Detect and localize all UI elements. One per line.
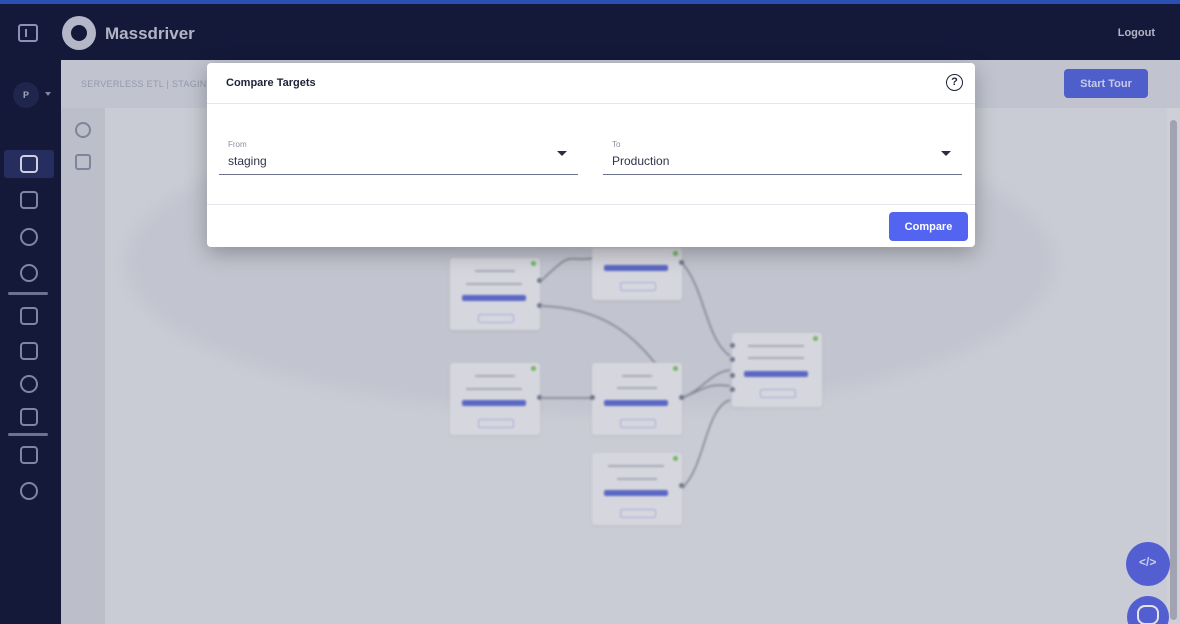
to-select[interactable]: To Production — [603, 139, 962, 175]
from-label: From — [228, 140, 247, 149]
chevron-down-icon[interactable] — [557, 151, 567, 156]
to-label: To — [612, 140, 621, 149]
chevron-down-icon[interactable] — [941, 151, 951, 156]
compare-targets-dialog: Compare Targets ? From staging To Produc… — [207, 63, 975, 247]
from-select[interactable]: From staging — [219, 139, 578, 175]
help-icon[interactable]: ? — [946, 74, 963, 91]
dialog-footer: Compare — [207, 204, 975, 247]
to-value[interactable]: Production — [612, 154, 669, 168]
compare-button[interactable]: Compare — [889, 212, 968, 241]
from-value[interactable]: staging — [228, 154, 267, 168]
dialog-header: Compare Targets ? — [207, 63, 975, 104]
dialog-title: Compare Targets — [226, 77, 316, 89]
